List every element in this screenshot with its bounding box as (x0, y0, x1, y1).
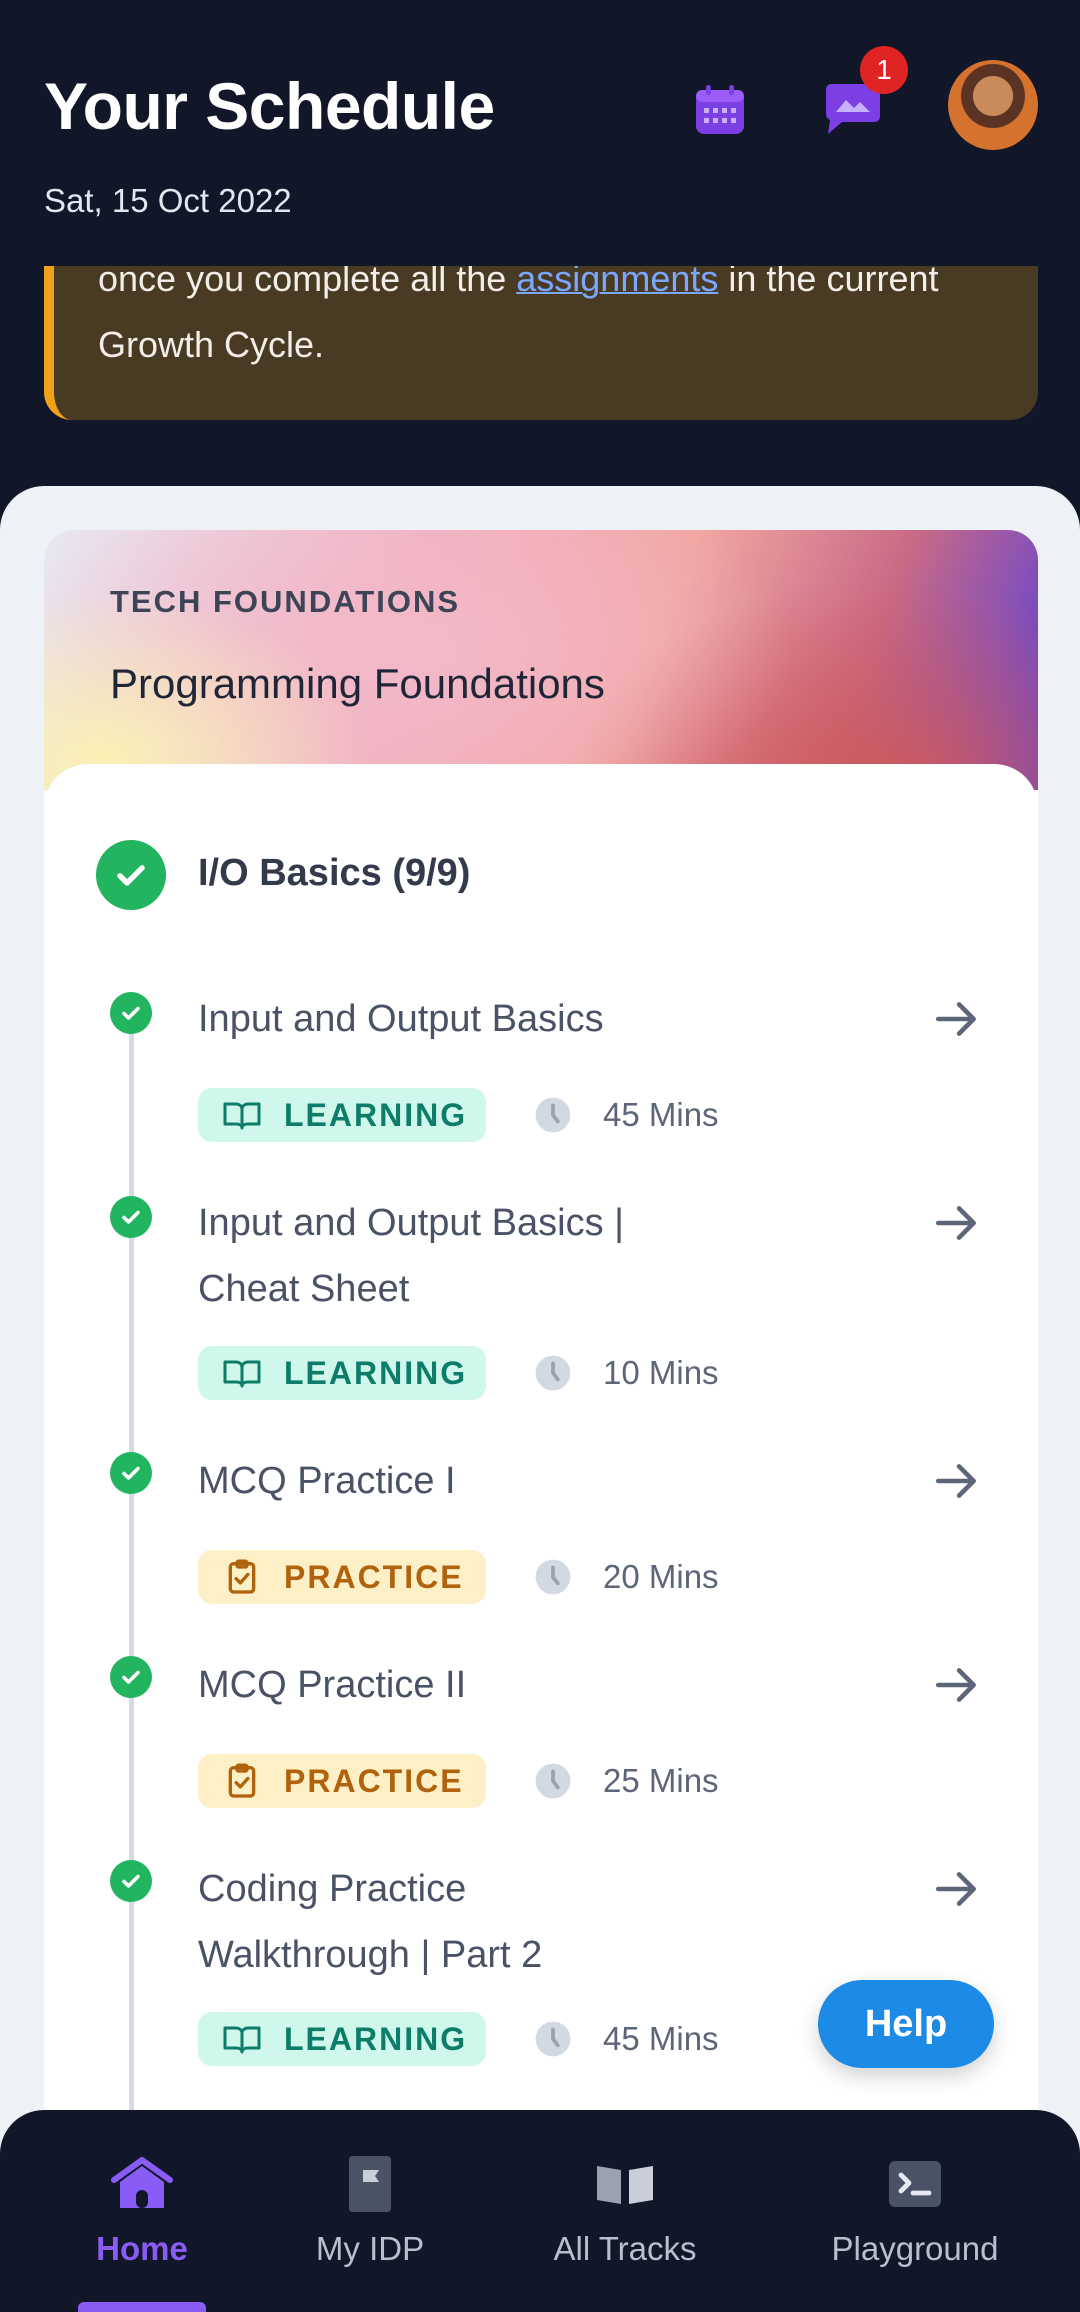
terminal-icon (883, 2152, 947, 2216)
book-open-icon (223, 1360, 261, 1388)
learning-badge: LEARNING (198, 2012, 486, 2066)
arrow-right-icon[interactable] (932, 1864, 982, 1914)
item-complete-check-icon (110, 1860, 152, 1902)
arrow-right-icon[interactable] (932, 1198, 982, 1248)
track-hero: TECH FOUNDATIONS Programming Foundations (44, 530, 1038, 790)
nav-label-home: Home (96, 2230, 188, 2267)
avatar[interactable] (948, 60, 1038, 150)
nav-label-all-tracks: All Tracks (553, 2230, 697, 2267)
clock-icon (535, 1763, 571, 1799)
item-duration: 25 Mins (603, 1762, 719, 1799)
bottom-nav: Home My IDP All Tracks Playground (0, 2110, 1080, 2312)
practice-badge: PRACTICE (198, 1550, 486, 1604)
badge-label: LEARNING (284, 2020, 468, 2057)
badge-label: LEARNING (284, 1354, 468, 1391)
item-duration: 45 Mins (603, 2020, 719, 2057)
page-title: Your Schedule (44, 69, 495, 143)
item-duration: 10 Mins (603, 1354, 719, 1391)
clock-icon (535, 1097, 571, 1133)
help-button[interactable]: Help (818, 1980, 994, 2068)
nav-item-playground[interactable]: Playground (800, 2110, 1030, 2312)
item-complete-check-icon (110, 1656, 152, 1698)
app-header: Your Schedule Sat, 15 Oct 2022 (0, 0, 1080, 266)
nav-item-all-tracks[interactable]: All Tracks (525, 2110, 725, 2312)
clipboard-check-icon (228, 1763, 256, 1798)
clock-icon (535, 1559, 571, 1595)
badge-label: LEARNING (284, 1096, 468, 1133)
item-title: Input and Output Basics (198, 998, 604, 1040)
calendar-icon[interactable] (690, 80, 750, 140)
badge-label: PRACTICE (284, 1558, 464, 1595)
item-title: MCQ Practice II (198, 1664, 467, 1706)
track-eyebrow: TECH FOUNDATIONS (110, 584, 461, 619)
learning-badge: LEARNING (198, 1346, 486, 1400)
item-duration: 45 Mins (603, 1096, 719, 1133)
item-complete-check-icon (110, 992, 152, 1034)
badge-label: PRACTICE (284, 1762, 464, 1799)
home-icon (110, 2152, 174, 2216)
item-duration: 20 Mins (603, 1558, 719, 1595)
nav-item-home[interactable]: Home (52, 2110, 232, 2312)
timeline-line (129, 1000, 134, 2110)
practice-badge: PRACTICE (198, 1754, 486, 1808)
item-complete-check-icon (110, 1196, 152, 1238)
item-title: Input and Output Basics | Cheat Sheet (198, 1202, 625, 1310)
notification-badge: 1 (860, 46, 908, 94)
clock-icon (535, 2021, 571, 2057)
active-tab-indicator (78, 2302, 206, 2312)
track-name: Programming Foundations (110, 660, 605, 707)
section-complete-check-icon (96, 840, 166, 910)
book-open-icon (223, 1102, 261, 1130)
arrow-right-icon[interactable] (932, 1456, 982, 1506)
item-title: MCQ Practice I (198, 1460, 456, 1502)
item-complete-check-icon (110, 1452, 152, 1494)
page-date: Sat, 15 Oct 2022 (44, 182, 292, 219)
arrow-right-icon[interactable] (932, 994, 982, 1044)
nav-label-playground: Playground (831, 2230, 999, 2267)
book-open-icon (223, 2026, 261, 2054)
clock-icon (535, 1355, 571, 1391)
book-icon (593, 2152, 657, 2216)
item-title: Coding Practice Walkthrough | Part 2 (198, 1868, 543, 1976)
nav-item-my-idp[interactable]: My IDP (280, 2110, 460, 2312)
learning-badge: LEARNING (198, 1088, 486, 1142)
section-title: I/O Basics (9/9) (198, 852, 471, 894)
nav-label-my-idp: My IDP (315, 2230, 425, 2267)
clipboard-check-icon (228, 1559, 256, 1594)
arrow-right-icon[interactable] (932, 1660, 982, 1710)
flag-icon (338, 2152, 402, 2216)
